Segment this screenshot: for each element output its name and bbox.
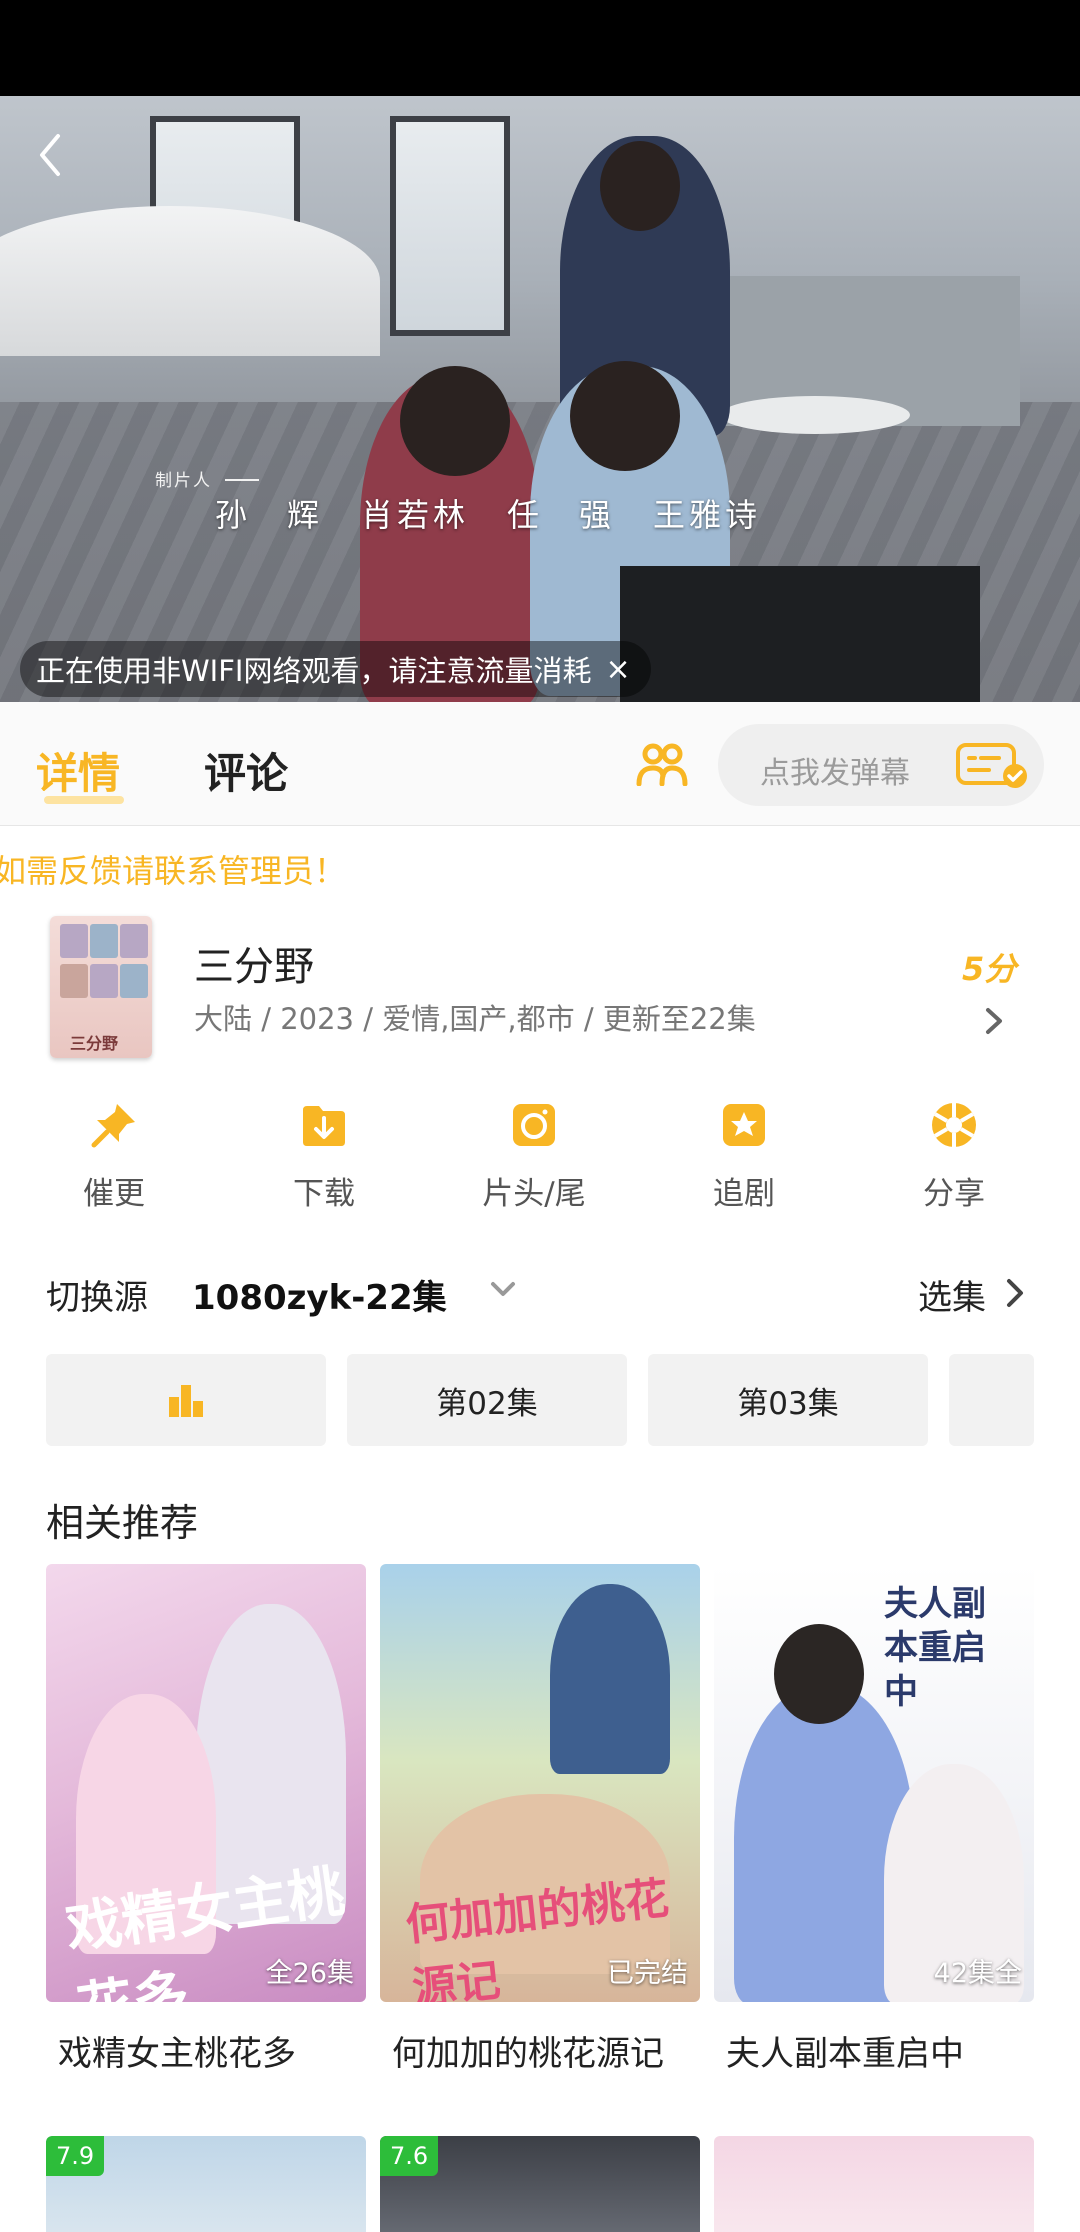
recommend-title: 夫人副本重启中 — [726, 2034, 964, 2074]
action-label: 分享 — [923, 1176, 985, 1212]
detail-tab-bar: 详情 评论 点我发弹幕 — [0, 702, 1080, 826]
episode-item[interactable]: 第02集 — [347, 1354, 627, 1446]
scene-head — [600, 141, 680, 231]
recommend-title: 戏精女主桃花多 — [58, 2034, 296, 2074]
poster-thumb — [60, 924, 88, 958]
recommend-title: 何加加的桃花源记 — [392, 2034, 664, 2074]
scene-head — [400, 366, 510, 476]
poster-thumb — [120, 924, 148, 958]
danmu-input[interactable]: 点我发弹幕 — [718, 724, 1044, 806]
star-icon — [723, 1104, 765, 1146]
tab-comments[interactable]: 评论 — [204, 740, 288, 801]
action-label: 追剧 — [713, 1176, 775, 1212]
episode-item[interactable] — [949, 1354, 1034, 1446]
select-episode-button[interactable]: 选集 — [918, 1270, 986, 1319]
recommend-poster: 戏精女主桃花多 全26集 — [46, 1564, 366, 2002]
recommend-poster: 夫人副本重启中 42集全 — [714, 1564, 1034, 2002]
scene-window — [390, 116, 510, 336]
episode-list: 第02集 第03集 — [46, 1354, 1034, 1446]
episode-count-badge: 42集全 — [933, 1958, 1022, 1989]
chevron-right-icon[interactable] — [1004, 1276, 1026, 1310]
tab-details[interactable]: 详情 — [36, 740, 120, 801]
people-icon[interactable] — [636, 742, 688, 786]
recommend-card[interactable]: 7.6 — [380, 2136, 700, 2232]
back-arrow-icon[interactable] — [30, 130, 70, 180]
action-download[interactable]: 下载 — [244, 1100, 404, 1220]
episode-item[interactable]: 第03集 — [648, 1354, 928, 1446]
danmu-settings-icon[interactable] — [955, 742, 1029, 790]
wifi-warning-toast: 正在使用非WIFI网络观看，请注意流量消耗 × — [20, 641, 651, 697]
source-row: 切换源 1080zyk-22集 选集 — [0, 1262, 1080, 1322]
rating-badge: 7.9 — [46, 2136, 105, 2176]
credit-name: 任 强 — [507, 496, 616, 534]
poster-thumb — [90, 964, 118, 998]
recommend-card[interactable]: 夫人副本重启中 42集全 夫人副本重启中 — [714, 1564, 1034, 2075]
poster-figure — [550, 1584, 670, 1774]
scene-table — [720, 396, 910, 434]
poster-thumb — [60, 964, 88, 998]
show-meta: 大陆 / 2023 / 爱情,国产,都市 / 更新至22集 — [194, 1002, 756, 1036]
poster-thumb — [90, 924, 118, 958]
source-select[interactable]: 1080zyk-22集 — [192, 1270, 447, 1319]
episode-item-playing[interactable] — [46, 1354, 326, 1446]
poster-thumb — [120, 964, 148, 998]
scene-lamp — [0, 206, 380, 356]
poster-title: 夫人副本重启中 — [884, 1584, 986, 1712]
poster-title: 三分野 — [70, 1034, 119, 1053]
section-title-recommend: 相关推荐 — [46, 1501, 199, 1545]
action-skip-intro[interactable]: 片头/尾 — [454, 1100, 614, 1220]
download-folder-icon — [303, 1106, 345, 1146]
rating-badge: 7.6 — [380, 2136, 439, 2176]
recommend-card[interactable]: 7.9 — [46, 2136, 366, 2232]
episode-count-badge: 全26集 — [265, 1958, 354, 1989]
share-aperture-icon — [932, 1103, 976, 1147]
camera-icon — [513, 1104, 555, 1146]
status-bar — [0, 0, 1080, 96]
now-playing-bars-icon — [169, 1385, 203, 1417]
wifi-warning-text: 正在使用非WIFI网络观看，请注意流量消耗 — [36, 654, 592, 688]
action-follow[interactable]: 追剧 — [664, 1100, 824, 1220]
credits-names: 孙 辉 肖若林 任 强 王雅诗 — [215, 490, 761, 536]
recommend-card[interactable] — [714, 2136, 1034, 2232]
credits-divider — [225, 479, 259, 481]
credit-name: 肖若林 — [361, 496, 470, 534]
source-label: 切换源 — [46, 1278, 148, 1318]
pin-icon — [91, 1104, 135, 1148]
credit-name: 孙 辉 — [215, 496, 324, 534]
feedback-notice: 如需反馈请联系管理员！ — [0, 852, 347, 890]
close-icon[interactable]: × — [605, 652, 630, 687]
score-badge: 5分 — [962, 950, 1017, 988]
chevron-right-icon[interactable] — [982, 1004, 1006, 1038]
credits-label: 制片人 — [155, 471, 212, 491]
action-urge-update[interactable]: 催更 — [34, 1100, 194, 1220]
recommend-card[interactable]: 戏精女主桃花多 全26集 戏精女主桃花多 — [46, 1564, 366, 2075]
status-badge: 已完结 — [607, 1958, 688, 1989]
action-share[interactable]: 分享 — [874, 1100, 1034, 1220]
show-title: 三分野 — [194, 944, 314, 990]
danmu-placeholder: 点我发弹幕 — [760, 756, 910, 791]
poster-head — [774, 1624, 864, 1724]
action-bar: 催更 下载 片头/尾 追剧 分享 — [0, 1100, 1080, 1220]
scene-head — [570, 361, 680, 471]
action-label: 下载 — [293, 1176, 355, 1212]
recommend-card[interactable]: 何加加的桃花源记 已完结 何加加的桃花源记 — [380, 1564, 700, 2075]
action-label: 片头/尾 — [482, 1176, 586, 1212]
action-label: 催更 — [83, 1176, 145, 1212]
recommend-poster: 何加加的桃花源记 已完结 — [380, 1564, 700, 2002]
video-player[interactable] — [0, 96, 1080, 702]
scene-monitor — [620, 566, 980, 702]
credit-name: 王雅诗 — [653, 496, 762, 534]
chevron-down-icon[interactable] — [488, 1278, 518, 1300]
show-poster: 三分野 — [50, 916, 152, 1058]
